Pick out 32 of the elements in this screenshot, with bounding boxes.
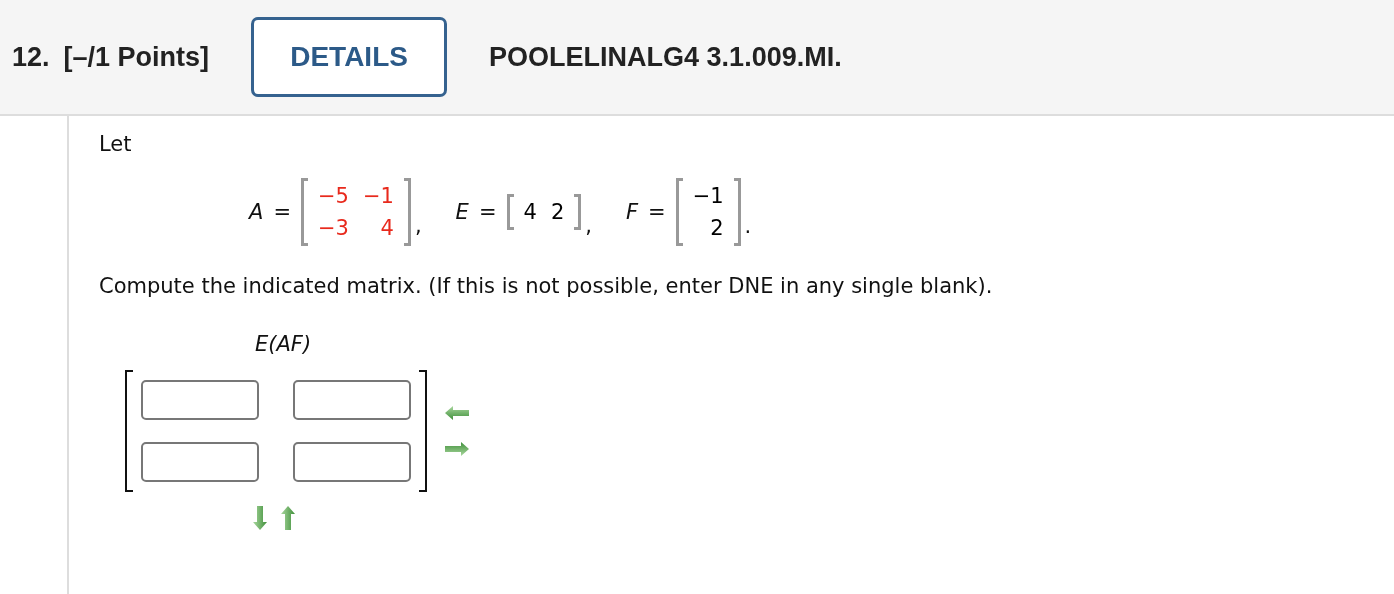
equals-sign: =	[273, 200, 291, 224]
right-arrow-icon[interactable]	[445, 442, 469, 456]
left-arrow-icon[interactable]	[445, 406, 469, 420]
punctuation: ,	[414, 214, 422, 238]
matrix-name: E	[455, 200, 469, 224]
matrix-entry: −1	[362, 184, 394, 208]
answer-field[interactable]	[141, 380, 259, 420]
matrix-entry: 2	[709, 216, 724, 240]
answer-field[interactable]	[141, 442, 259, 482]
matrix-entry: 2	[550, 200, 565, 224]
problem-id: POOLELINALG4 3.1.009.MI.	[489, 41, 842, 73]
points-label: [–/1 Points]	[63, 41, 210, 73]
details-button[interactable]: DETAILS	[251, 17, 448, 97]
matrix-name: F	[625, 200, 639, 224]
prompt-text: Let	[99, 132, 133, 156]
instruction-text: Compute the indicated matrix. (If this is not possible, enter DNE in any single blank).	[99, 274, 994, 298]
matrix-entry: −3	[318, 216, 349, 240]
matrix-name: A	[249, 200, 264, 224]
question-number: 12.	[12, 41, 50, 73]
down-arrow-icon[interactable]	[253, 506, 267, 530]
matrix-entry: 4	[379, 216, 394, 240]
equals-sign: =	[648, 200, 666, 224]
matrix-entry: 4	[523, 200, 537, 224]
matrix-entry: −1	[692, 184, 724, 208]
equals-sign: =	[478, 200, 497, 224]
punctuation: .	[744, 214, 752, 238]
answer-field[interactable]	[293, 442, 411, 482]
expression-label: E(AF)	[255, 332, 313, 356]
answer-field[interactable]	[293, 380, 411, 420]
punctuation: ,	[585, 214, 592, 238]
matrix-entry: −5	[318, 184, 349, 208]
up-arrow-icon[interactable]	[281, 506, 295, 530]
